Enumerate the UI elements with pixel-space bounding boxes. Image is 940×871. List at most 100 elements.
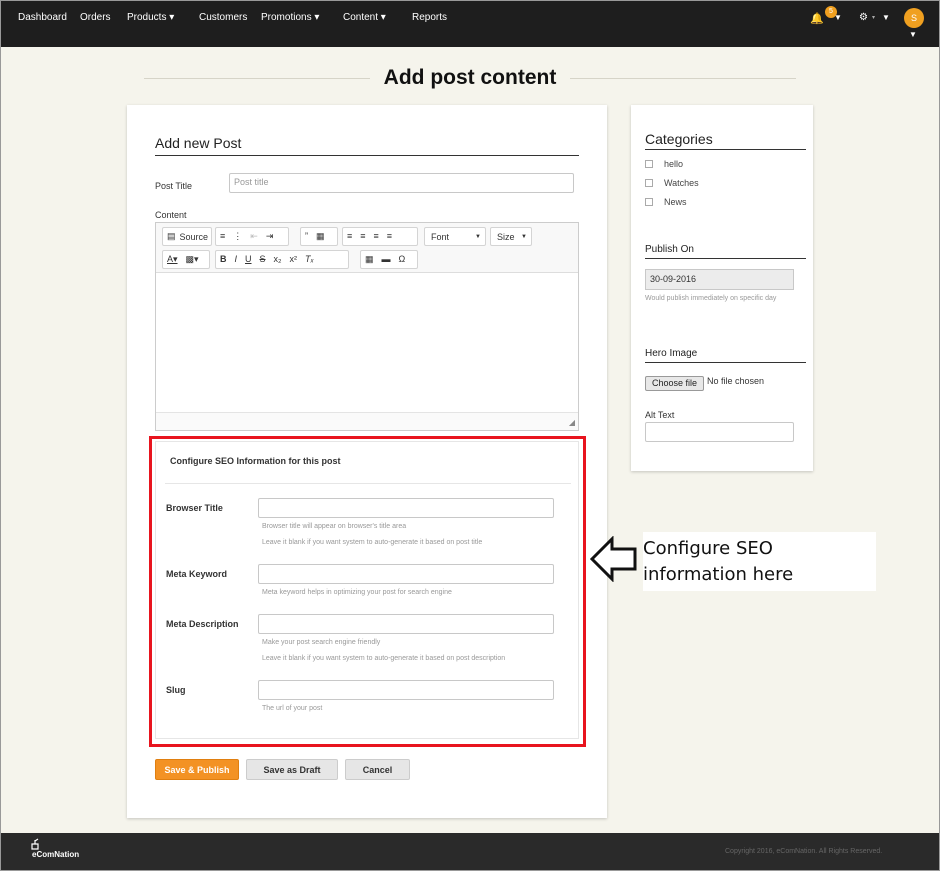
nav-dashboard[interactable]: Dashboard <box>18 12 67 23</box>
bg-color-icon[interactable]: ▩▾ <box>182 251 203 268</box>
category-label: Watches <box>664 178 699 188</box>
category-checkbox[interactable] <box>645 198 653 206</box>
resize-handle-icon[interactable]: ◢ <box>569 418 575 427</box>
category-checkbox[interactable] <box>645 179 653 187</box>
horizontal-line-icon[interactable]: ▬ <box>378 251 395 268</box>
alt-text-label: Alt Text <box>645 410 675 420</box>
align-left-icon[interactable]: ≡ <box>343 228 356 245</box>
meta-keyword-label: Meta Keyword <box>166 569 228 579</box>
chevron-down-icon[interactable]: ▼ <box>909 30 917 39</box>
superscript-icon[interactable]: x² <box>286 251 302 268</box>
chevron-down-icon[interactable]: ▼ <box>882 13 890 22</box>
post-title-input[interactable]: Post title <box>229 173 574 193</box>
align-justify-icon[interactable]: ≡ <box>383 228 396 245</box>
no-file-text: No file chosen <box>707 376 765 386</box>
cancel-button[interactable]: Cancel <box>345 759 410 780</box>
browser-title-help: Leave it blank if you want system to aut… <box>262 539 483 546</box>
meta-keyword-input[interactable] <box>258 564 554 584</box>
callout-line: Configure SEO <box>643 538 773 559</box>
top-nav <box>1 1 939 47</box>
nav-orders[interactable]: Orders <box>80 12 111 23</box>
text-color-icon[interactable]: A▾ <box>163 251 182 268</box>
underline-icon[interactable]: U <box>241 251 256 268</box>
category-label: hello <box>664 159 684 169</box>
align-center-icon[interactable]: ≡ <box>356 228 369 245</box>
seo-title: Configure SEO Information for this post <box>170 456 341 466</box>
bell-icon[interactable]: 🔔 <box>810 12 824 25</box>
meta-description-help: Make your post search engine friendly <box>262 639 381 646</box>
font-select[interactable]: Font ▼ <box>424 227 486 246</box>
save-publish-button[interactable]: Save & Publish <box>155 759 239 780</box>
category-checkbox[interactable] <box>645 160 653 168</box>
callout-text: Configure SEO information here <box>643 536 793 588</box>
arrow-left-icon <box>590 536 637 582</box>
avatar[interactable]: S <box>904 8 924 28</box>
save-draft-button[interactable]: Save as Draft <box>246 759 338 780</box>
bold-icon[interactable]: B <box>216 251 231 268</box>
nav-products[interactable]: Products ▾ <box>127 12 174 23</box>
content-label: Content <box>155 210 187 220</box>
callout-line: information here <box>643 564 794 585</box>
chevron-down-icon: ▼ <box>475 233 481 240</box>
publish-date-input[interactable]: 30-09-2016 <box>645 269 794 290</box>
chevron-down-icon[interactable]: ▼ <box>834 13 842 22</box>
hero-image-heading: Hero Image <box>645 348 806 363</box>
bullet-list-icon[interactable]: ⋮ <box>229 228 246 245</box>
size-select[interactable]: Size ▼ <box>490 227 532 246</box>
page-title: Add post content <box>0 66 940 90</box>
format-group: B I U S x₂ x² Tₓ <box>215 250 349 269</box>
nav-reports[interactable]: Reports <box>412 12 447 23</box>
chevron-down-icon[interactable]: ▾ <box>872 14 875 21</box>
alt-text-input[interactable] <box>645 422 794 442</box>
numbered-list-icon[interactable]: ≡ <box>216 228 229 245</box>
meta-keyword-help: Meta keyword helps in optimizing your po… <box>262 589 452 596</box>
publish-on-heading: Publish On <box>645 244 806 259</box>
seo-divider <box>165 483 571 484</box>
insert-group: ▦ ▬ Ω <box>360 250 418 269</box>
browser-title-help: Browser title will appear on browser's t… <box>262 523 407 530</box>
copyright: Copyright 2016, eComNation. All Rights R… <box>725 848 883 855</box>
size-label: Size <box>497 231 515 242</box>
nav-content[interactable]: Content ▾ <box>343 12 386 23</box>
align-group: ≡ ≡ ≡ ≡ <box>342 227 418 246</box>
special-char-icon[interactable]: Ω <box>395 251 410 268</box>
table-icon[interactable]: ▦ <box>361 251 378 268</box>
browser-title-label: Browser Title <box>166 503 223 513</box>
source-icon: ▤ <box>167 231 176 241</box>
chevron-down-icon: ▼ <box>521 233 527 240</box>
font-label: Font <box>431 231 450 242</box>
form-heading: Add new Post <box>155 135 579 156</box>
category-label: News <box>664 197 687 207</box>
meta-description-help: Leave it blank if you want system to aut… <box>262 655 506 662</box>
brand-name: eComNation <box>32 850 80 859</box>
categories-heading: Categories <box>645 131 806 150</box>
gear-icon[interactable]: ⚙ <box>859 12 868 23</box>
align-right-icon[interactable]: ≡ <box>370 228 383 245</box>
div-icon[interactable]: ▦ <box>312 228 329 245</box>
browser-title-input[interactable] <box>258 498 554 518</box>
brand-logo-icon <box>31 838 39 850</box>
choose-file-button[interactable]: Choose file <box>645 376 704 391</box>
meta-description-label: Meta Description <box>166 619 239 629</box>
editor-toolbar: ▤ Source ≡ ⋮ ⇤ ⇥ ” ▦ ≡ ≡ ≡ ≡ Font ▼ Size ▼ … <box>156 223 578 273</box>
outdent-icon[interactable]: ⇤ <box>246 228 262 245</box>
strike-icon[interactable]: S <box>256 251 270 268</box>
nav-customers[interactable]: Customers <box>199 12 247 23</box>
source-label: Source <box>179 231 209 242</box>
source-button[interactable]: ▤ Source <box>162 227 212 246</box>
block-group: ” ▦ <box>300 227 338 246</box>
slug-input[interactable] <box>258 680 554 700</box>
slug-help: The url of your post <box>262 705 323 712</box>
indent-icon[interactable]: ⇥ <box>262 228 278 245</box>
post-title-label: Post Title <box>155 181 193 191</box>
blockquote-icon[interactable]: ” <box>301 228 312 245</box>
subscript-icon[interactable]: x₂ <box>270 251 286 268</box>
color-group: A▾ ▩▾ <box>162 250 210 269</box>
clear-format-icon[interactable]: Tₓ <box>301 251 318 268</box>
slug-label: Slug <box>166 685 186 695</box>
nav-promotions[interactable]: Promotions ▾ <box>261 12 319 23</box>
meta-description-input[interactable] <box>258 614 554 634</box>
rich-text-editor[interactable]: ▤ Source ≡ ⋮ ⇤ ⇥ ” ▦ ≡ ≡ ≡ ≡ Font ▼ Size ▼ … <box>155 222 579 431</box>
list-indent-group: ≡ ⋮ ⇤ ⇥ <box>215 227 289 246</box>
italic-icon[interactable]: I <box>231 251 242 268</box>
